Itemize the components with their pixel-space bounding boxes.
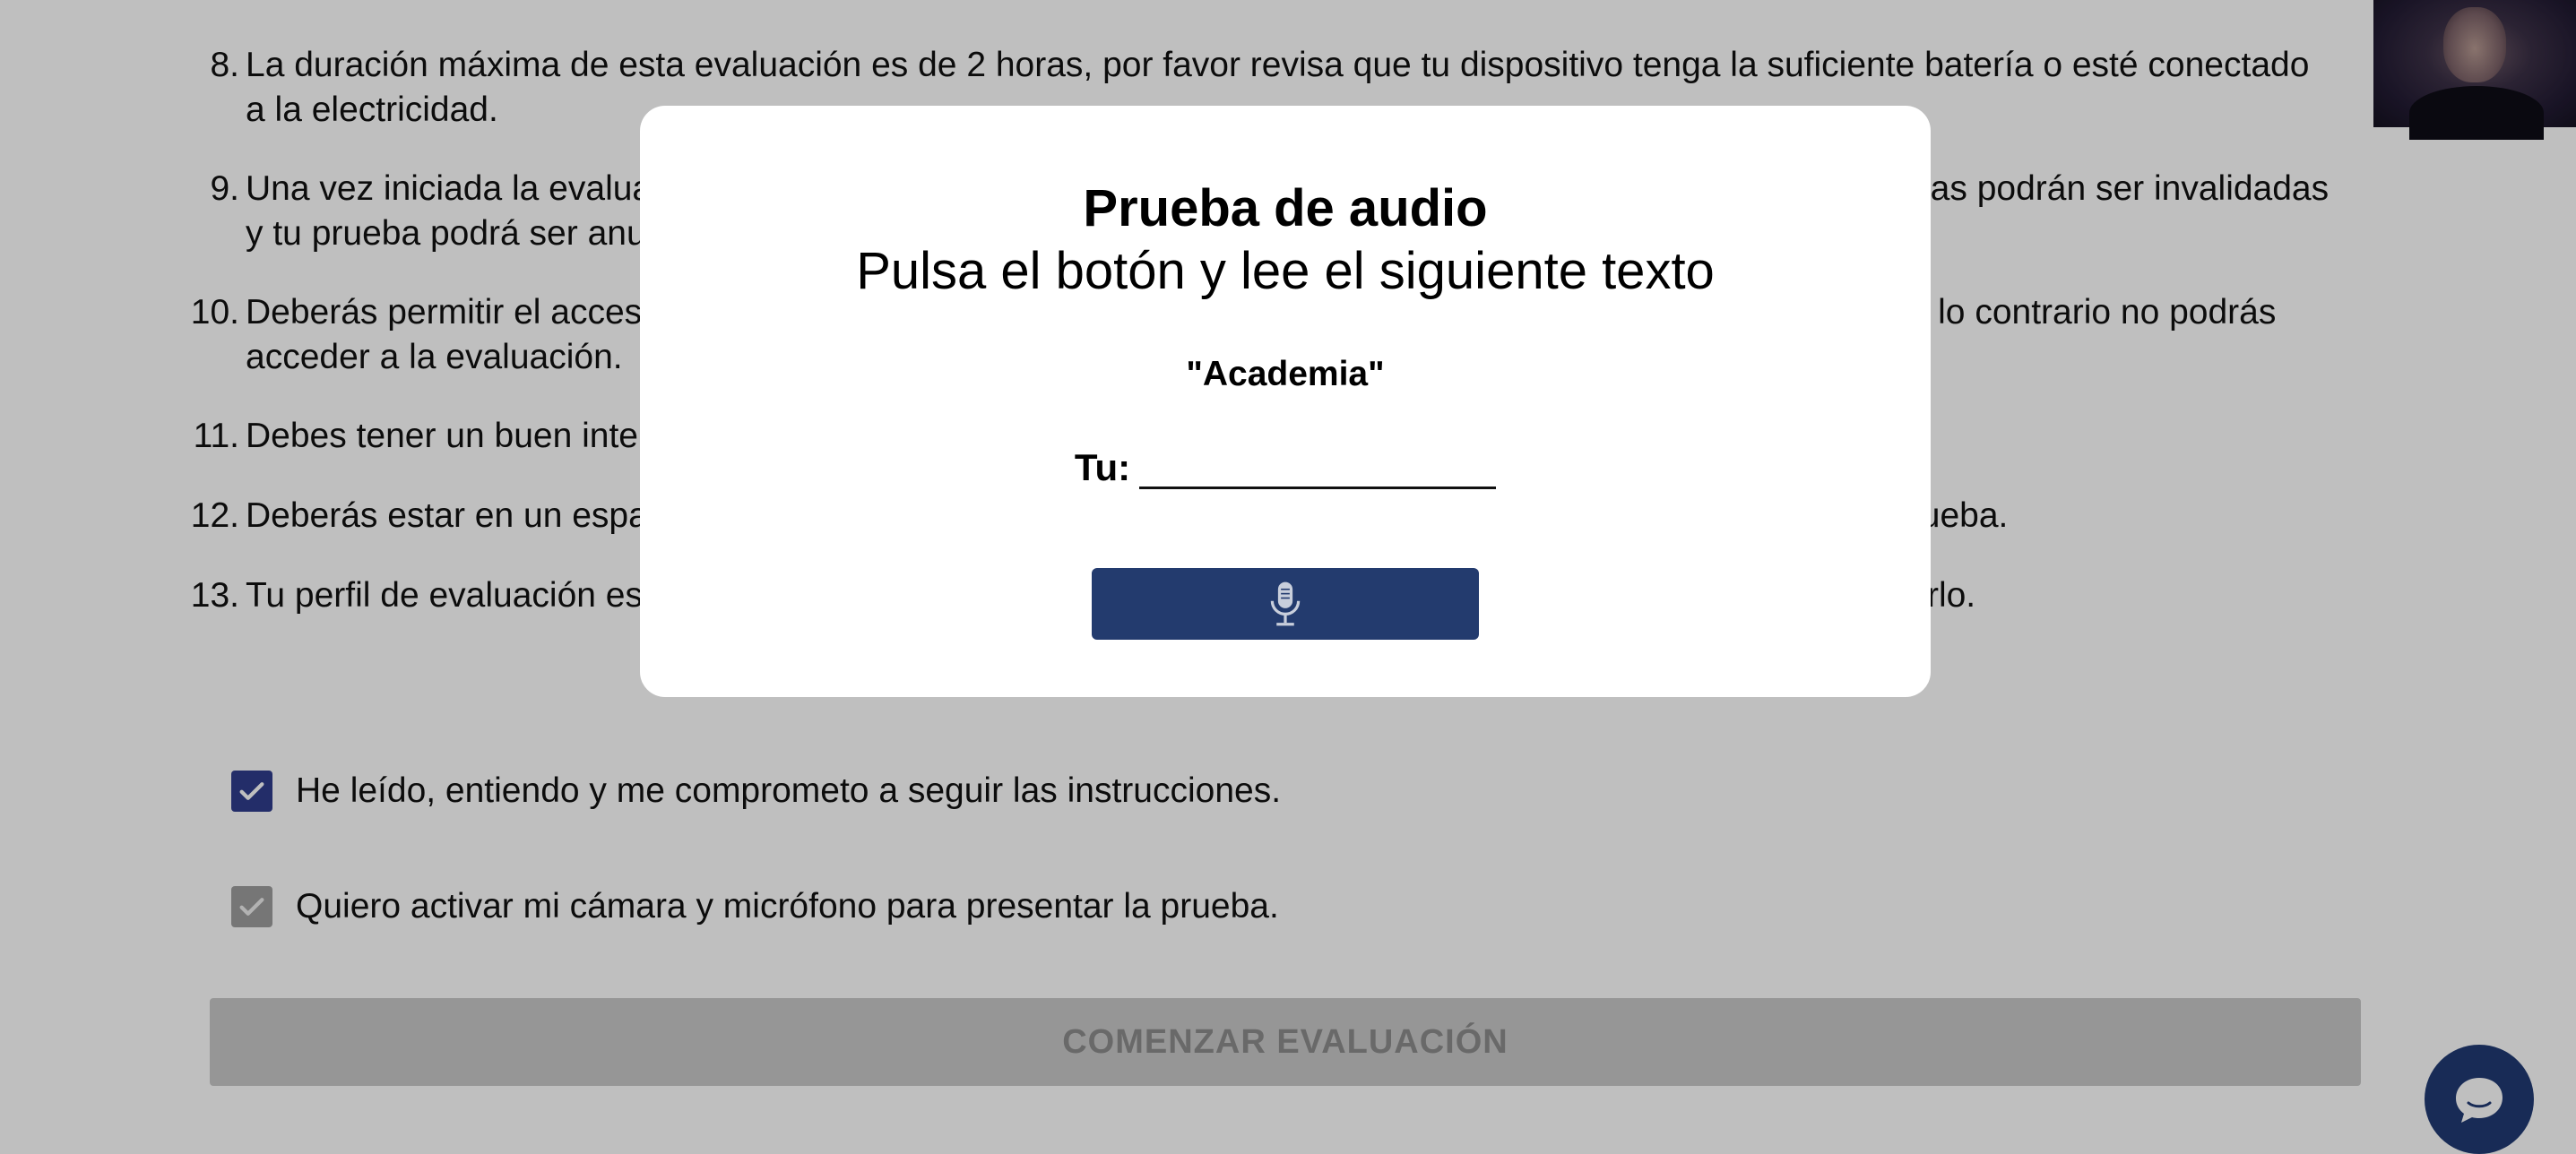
audio-test-modal: Prueba de audio Pulsa el botón y lee el …: [640, 106, 1931, 697]
microphone-icon: [1270, 581, 1301, 626]
transcription-label: Tu:: [1074, 446, 1131, 488]
transcription-row: Tu:: [640, 446, 1931, 489]
transcription-blank: [1139, 448, 1497, 489]
modal-title: Prueba de audio: [1083, 179, 1488, 237]
modal-subtitle: Pulsa el botón y lee el siguiente texto: [856, 242, 1715, 300]
text-to-read: "Academia": [1186, 355, 1385, 393]
record-audio-button[interactable]: [1092, 568, 1479, 640]
